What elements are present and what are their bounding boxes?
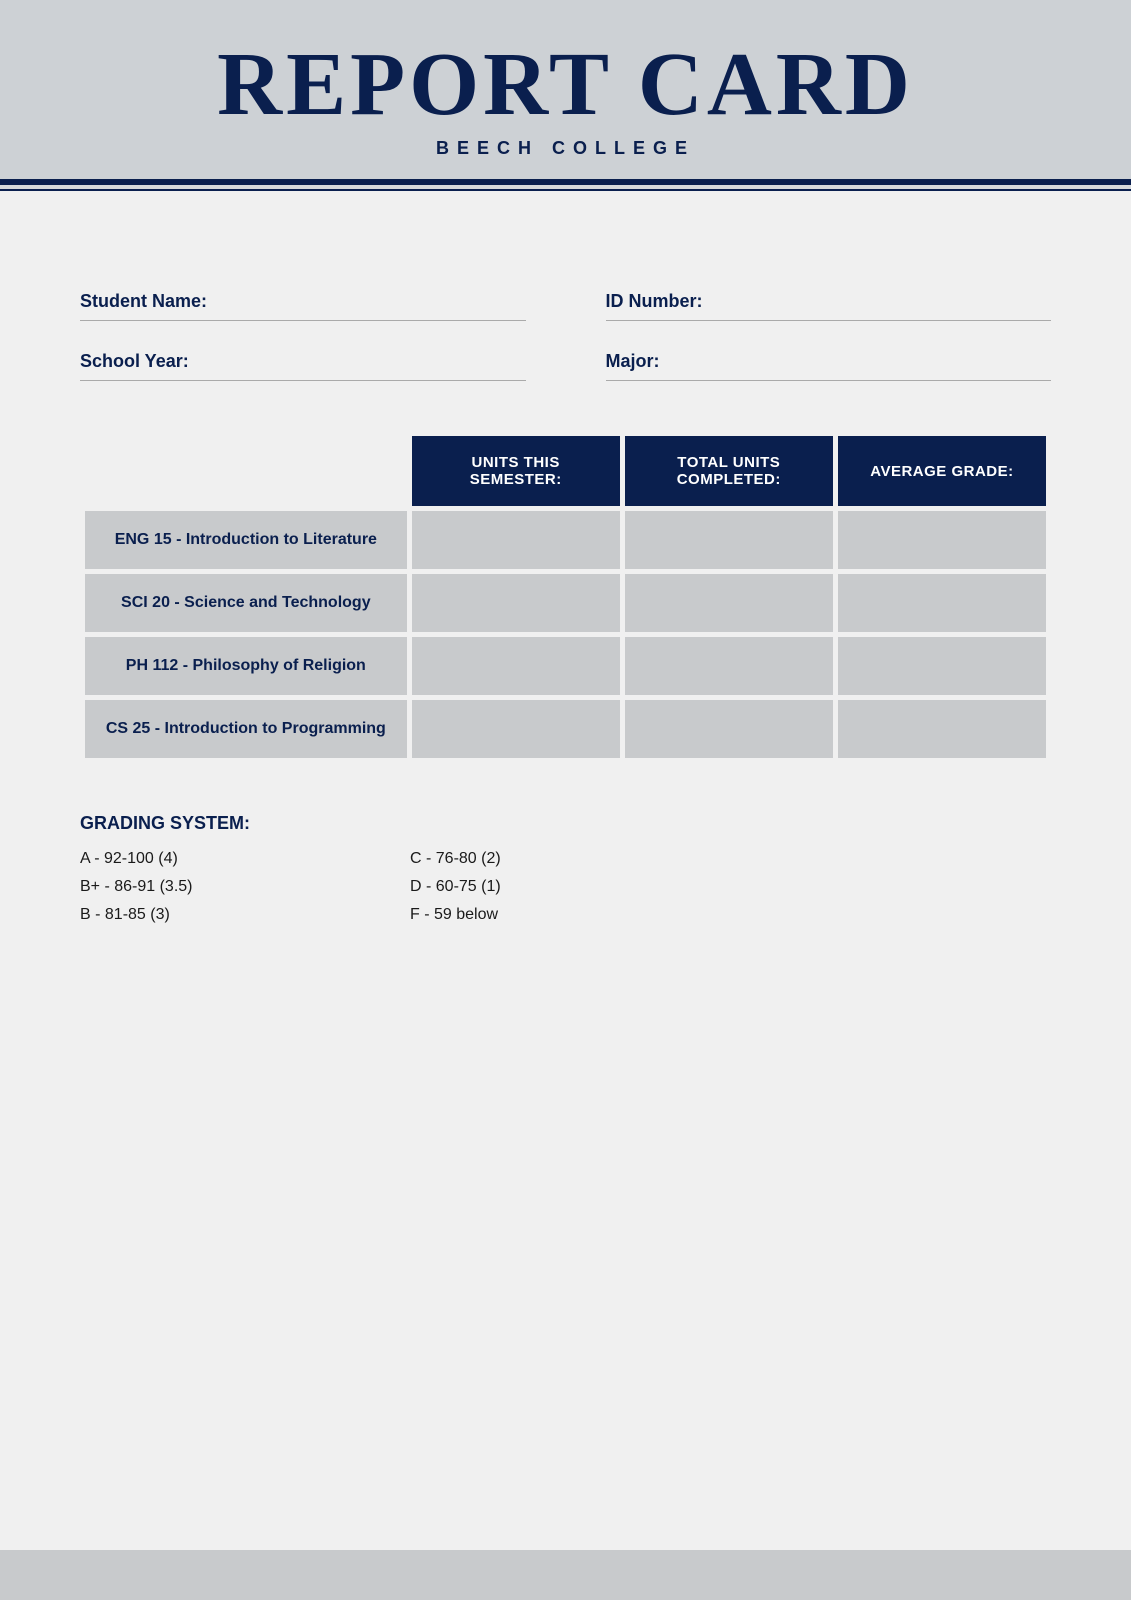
- total-units-1: [625, 574, 833, 632]
- average-grade-0: [838, 511, 1046, 569]
- major-field: Major:: [606, 351, 1052, 381]
- divider-thick: [0, 179, 1131, 185]
- grading-system-section: GRADING SYSTEM: A - 92-100 (4) C - 76-80 …: [80, 813, 1051, 924]
- grade-item-5: F - 59 below: [410, 906, 680, 924]
- footer: [0, 1550, 1131, 1600]
- table-row: CS 25 - Introduction to Programming: [85, 700, 1046, 758]
- grade-item-3: D - 60-75 (1): [410, 878, 680, 896]
- course-name-1: SCI 20 - Science and Technology: [85, 574, 407, 632]
- table-row: SCI 20 - Science and Technology: [85, 574, 1046, 632]
- col-header-total-units: TOTAL UNITS COMPLETED:: [625, 436, 833, 506]
- school-year-field: School Year:: [80, 351, 526, 381]
- id-number-label: ID Number:: [606, 291, 1052, 312]
- col-header-units-semester: UNITS THIS SEMESTER:: [412, 436, 620, 506]
- col-header-average-grade: AVERAGE GRADE:: [838, 436, 1046, 506]
- units-semester-3: [412, 700, 620, 758]
- major-line: [606, 380, 1052, 381]
- units-semester-1: [412, 574, 620, 632]
- student-name-label: Student Name:: [80, 291, 526, 312]
- grade-table: UNITS THIS SEMESTER: TOTAL UNITS COMPLET…: [80, 431, 1051, 763]
- student-name-line: [80, 320, 526, 321]
- total-units-0: [625, 511, 833, 569]
- grade-item-4: B - 81-85 (3): [80, 906, 350, 924]
- school-year-line: [80, 380, 526, 381]
- grading-grid: A - 92-100 (4) C - 76-80 (2) B+ - 86-91 (3…: [80, 850, 680, 924]
- id-number-field: ID Number:: [606, 291, 1052, 321]
- grade-item-2: B+ - 86-91 (3.5): [80, 878, 350, 896]
- major-label: Major:: [606, 351, 1052, 372]
- average-grade-3: [838, 700, 1046, 758]
- table-row: PH 112 - Philosophy of Religion: [85, 637, 1046, 695]
- course-name-0: ENG 15 - Introduction to Literature: [85, 511, 407, 569]
- student-info-section: Student Name: ID Number: School Year: Ma…: [80, 291, 1051, 381]
- units-semester-2: [412, 637, 620, 695]
- average-grade-1: [838, 574, 1046, 632]
- id-number-line: [606, 320, 1052, 321]
- main-content: Student Name: ID Number: School Year: Ma…: [0, 191, 1131, 1550]
- student-name-field: Student Name:: [80, 291, 526, 321]
- header-divider: [0, 179, 1131, 191]
- course-name-3: CS 25 - Introduction to Programming: [85, 700, 407, 758]
- col-header-course: [85, 436, 407, 506]
- header: REPORT CARD BEECH COLLEGE: [0, 0, 1131, 179]
- table-row: ENG 15 - Introduction to Literature: [85, 511, 1046, 569]
- units-semester-0: [412, 511, 620, 569]
- table-header-row: UNITS THIS SEMESTER: TOTAL UNITS COMPLET…: [85, 436, 1046, 506]
- grade-item-0: A - 92-100 (4): [80, 850, 350, 868]
- total-units-2: [625, 637, 833, 695]
- info-row-2: School Year: Major:: [80, 351, 1051, 381]
- average-grade-2: [838, 637, 1046, 695]
- report-card-title: REPORT CARD: [80, 40, 1051, 130]
- course-name-2: PH 112 - Philosophy of Religion: [85, 637, 407, 695]
- college-name: BEECH COLLEGE: [80, 138, 1051, 159]
- grading-system-title: GRADING SYSTEM:: [80, 813, 1051, 834]
- grade-item-1: C - 76-80 (2): [410, 850, 680, 868]
- page: REPORT CARD BEECH COLLEGE Student Name: …: [0, 0, 1131, 1600]
- info-row-1: Student Name: ID Number:: [80, 291, 1051, 321]
- school-year-label: School Year:: [80, 351, 526, 372]
- total-units-3: [625, 700, 833, 758]
